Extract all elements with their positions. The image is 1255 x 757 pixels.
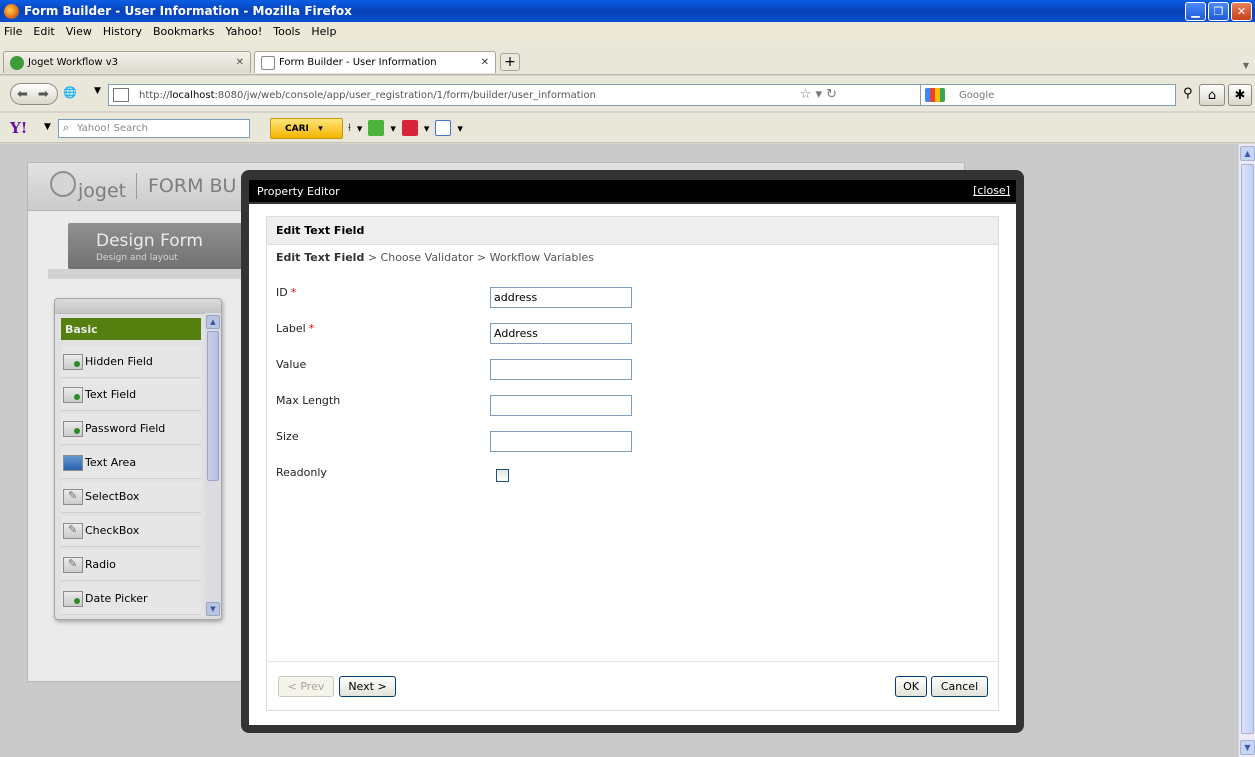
url-host: localhost (169, 89, 215, 101)
yahoo-logo-icon[interactable]: Y! (10, 119, 27, 137)
tool-dropdown-icon[interactable]: ▾ (424, 122, 430, 135)
window-controls: ▁ ❐ ✕ (1185, 2, 1252, 21)
ok-button[interactable]: OK (895, 676, 927, 697)
scroll-down-icon[interactable]: ▼ (1240, 740, 1255, 755)
bookmark-tool-icon[interactable] (435, 120, 452, 136)
required-mark: * (290, 286, 297, 299)
window-title: Form Builder - User Information - Mozill… (24, 4, 352, 18)
tool-dropdown-icon[interactable]: ▾ (357, 122, 363, 135)
tab-close-icon[interactable]: ✕ (481, 57, 489, 68)
tab-label: Joget Workflow v3 (28, 57, 119, 68)
id-label-text: ID (276, 286, 288, 299)
max-length-input[interactable] (490, 395, 632, 416)
breadcrumb-current: Edit Text Field (276, 251, 365, 264)
menu-bar: File Edit View History Bookmarks Yahoo! … (0, 22, 1255, 41)
breadcrumb-rest: > Choose Validator > Workflow Variables (364, 251, 594, 264)
tab-close-icon[interactable]: ✕ (236, 57, 244, 68)
search-bar[interactable]: Google (920, 84, 1176, 106)
list-tabs-icon[interactable]: ▼ (1243, 61, 1249, 70)
property-panel: Edit Text Field Edit Text Field > Choose… (266, 216, 999, 711)
url-path: :8080/jw/web/console/app/user_registrati… (214, 89, 596, 101)
label-label: Label * (276, 322, 314, 335)
yahoo-search-input[interactable]: Yahoo! Search (58, 119, 250, 138)
home-icon: ⌂ (1207, 87, 1217, 103)
history-dropdown-icon[interactable]: ▼ (94, 86, 101, 96)
yahoo-dropdown-icon[interactable]: ▼ (44, 122, 51, 132)
value-label: Value (276, 358, 307, 371)
back-forward-buttons[interactable]: ⬅ ➡ (10, 83, 58, 105)
separator-icon: ⟊ (348, 121, 351, 134)
yahoo-toolbar: Y! ▼ Yahoo! Search CARI ▾ ⟊ ▾ ▾ ▾ ▾ (0, 113, 1255, 143)
value-input[interactable] (490, 359, 632, 380)
form-builder-tab-icon (261, 55, 275, 70)
cancel-button[interactable]: Cancel (931, 676, 988, 697)
menu-history[interactable]: History (103, 25, 142, 38)
id-label: ID * (276, 286, 296, 299)
search-icon[interactable]: ⚲ (1183, 86, 1193, 101)
home-button[interactable]: ⌂ (1199, 84, 1225, 106)
url-prefix: http:// (139, 89, 170, 101)
dialog-title: Property Editor (257, 184, 340, 198)
tab-joget-workflow[interactable]: Joget Workflow v3 ✕ (3, 51, 251, 73)
prev-button[interactable]: < Prev (278, 676, 334, 697)
menu-yahoo[interactable]: Yahoo! (225, 25, 262, 38)
tab-bar: Joget Workflow v3 ✕ Form Builder - User … (0, 41, 1255, 75)
back-arrow-icon[interactable]: ⬅ (17, 87, 28, 102)
dialog-body: Edit Text Field Edit Text Field > Choose… (249, 204, 1016, 725)
label-input[interactable] (490, 323, 632, 344)
label-label-text: Label (276, 322, 306, 335)
navigation-bar: ⬅ ➡ 🌐 ▼ http://localhost:8080/jw/web/con… (0, 76, 1255, 111)
messenger-icon[interactable] (368, 120, 385, 136)
menu-bookmarks[interactable]: Bookmarks (153, 25, 214, 38)
games-icon[interactable] (401, 120, 418, 136)
size-input[interactable] (490, 431, 632, 452)
window-titlebar: Form Builder - User Information - Mozill… (0, 0, 1255, 22)
page-breadcrumb: Edit Text Field > Choose Validator > Wor… (276, 251, 594, 264)
search-placeholder: Google (959, 89, 995, 101)
next-button[interactable]: Next > (339, 676, 396, 697)
addon-icon: ✱ (1234, 87, 1246, 103)
addon-button[interactable]: ✱ (1228, 84, 1252, 106)
menu-tools[interactable]: Tools (273, 25, 300, 38)
readonly-label: Readonly (276, 466, 327, 479)
bookmark-star-icon[interactable]: ☆ ▾ ↻ (800, 87, 837, 102)
yahoo-search-placeholder: Yahoo! Search (77, 123, 148, 134)
joget-tab-icon (10, 55, 24, 70)
cari-label: CARI (285, 123, 309, 134)
menu-file[interactable]: File (4, 25, 22, 38)
scroll-up-icon[interactable]: ▲ (1240, 146, 1255, 161)
readonly-checkbox[interactable] (496, 469, 509, 482)
firefox-icon (4, 3, 19, 19)
id-input[interactable] (490, 287, 632, 308)
size-label: Size (276, 430, 299, 443)
menu-help[interactable]: Help (311, 25, 336, 38)
forward-arrow-icon[interactable]: ➡ (38, 87, 49, 102)
button-divider (267, 661, 998, 662)
dialog-close-link[interactable]: [close] (973, 184, 1010, 197)
scroll-thumb[interactable] (1241, 164, 1254, 734)
tab-form-builder[interactable]: Form Builder - User Information ✕ (254, 51, 496, 73)
site-identity-icon[interactable]: 🌐 (63, 86, 77, 99)
favicon-icon (113, 88, 129, 102)
close-window-button[interactable]: ✕ (1231, 2, 1252, 21)
dialog-header: Property Editor [close] (249, 180, 1016, 202)
cari-button[interactable]: CARI ▾ (270, 118, 343, 139)
maximize-button[interactable]: ❐ (1208, 2, 1229, 21)
google-icon[interactable] (925, 88, 945, 102)
panel-title: Edit Text Field (267, 217, 998, 245)
required-mark: * (308, 322, 315, 335)
page-scrollbar[interactable]: ▲ ▼ (1238, 144, 1255, 757)
yahoo-tools: ⟊ ▾ ▾ ▾ ▾ (348, 120, 463, 136)
tool-dropdown-icon[interactable]: ▾ (457, 122, 463, 135)
menu-view[interactable]: View (66, 25, 92, 38)
tab-label: Form Builder - User Information (279, 57, 437, 68)
minimize-button[interactable]: ▁ (1185, 2, 1206, 21)
menu-edit[interactable]: Edit (33, 25, 54, 38)
max-length-label: Max Length (276, 394, 341, 407)
url-bar[interactable]: http://localhost:8080/jw/web/console/app… (108, 84, 998, 106)
tool-dropdown-icon[interactable]: ▾ (390, 122, 396, 135)
property-editor-dialog: Property Editor [close] Edit Text Field … (241, 170, 1024, 733)
new-tab-button[interactable]: + (500, 53, 520, 71)
